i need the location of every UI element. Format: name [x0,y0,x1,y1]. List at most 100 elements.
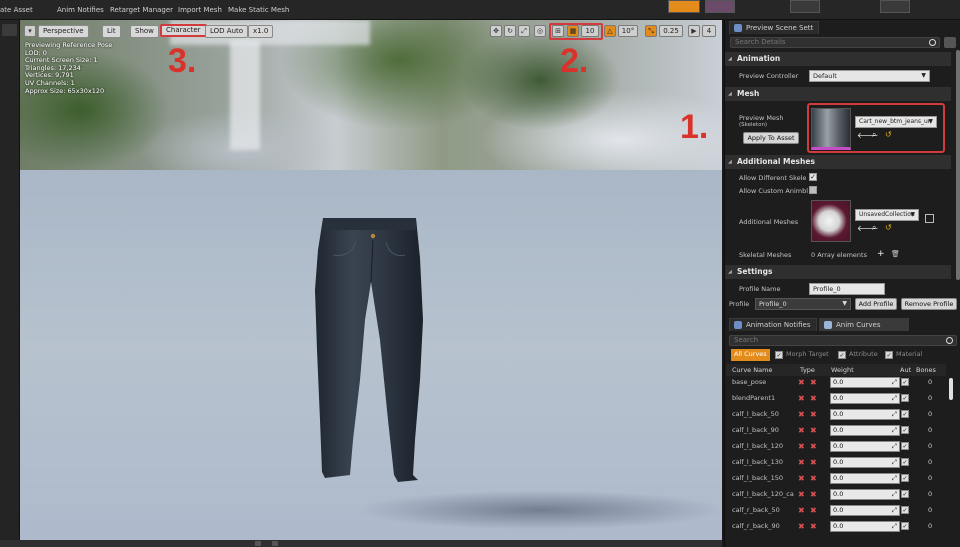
animation-mode-button[interactable] [790,0,820,13]
grid-snap-value[interactable]: 10 [581,25,599,37]
auto-checkbox[interactable]: ✓ [901,378,909,386]
tab-preview-scene-settings[interactable]: Preview Scene Sett [729,21,819,34]
world-icon[interactable]: ◎ [534,25,546,37]
attribute-filter[interactable]: ✓ Attribute [838,349,878,361]
auto-checkbox[interactable]: ✓ [901,426,909,434]
surface-snap-icon[interactable]: ⊞ [552,25,564,37]
character-button[interactable]: Character [160,24,207,37]
table-row[interactable]: calf_r_back_50 ✖ ✖ 0.0 ⤢ ✓ 0 [726,503,946,519]
table-row[interactable]: calf_l_back_130 ✖ ✖ 0.0 ⤢ ✓ 0 [726,455,946,471]
curves-scrollbar[interactable] [949,378,953,400]
physics-mode-button[interactable] [880,0,910,13]
save-collection-icon[interactable] [925,214,934,223]
table-row[interactable]: blendParent1 ✖ ✖ 0.0 ⤢ ✓ 0 [726,391,946,407]
apply-to-asset-button[interactable]: Apply To Asset [743,132,799,144]
weight-input[interactable]: 0.0 ⤢ [830,505,900,516]
table-row[interactable]: calf_l_back_150 ✖ ✖ 0.0 ⤢ ✓ 0 [726,471,946,487]
section-animation[interactable]: Animation [725,52,951,66]
search-icon[interactable] [2,24,17,36]
auto-checkbox[interactable]: ✓ [901,506,909,514]
lod-auto-button[interactable]: LOD Auto [205,25,249,38]
auto-checkbox[interactable]: ✓ [901,474,909,482]
curves-search-input[interactable]: Search [729,335,957,346]
morph-type-icon[interactable]: ✖ [798,458,805,467]
table-row[interactable]: calf_l_back_120_ca ✖ ✖ 0.0 ⤢ ✓ 0 [726,487,946,503]
weight-input[interactable]: 0.0 ⤢ [830,393,900,404]
material-type-icon[interactable]: ✖ [810,506,817,515]
morph-type-icon[interactable]: ✖ [798,378,805,387]
morph-type-icon[interactable]: ✖ [798,474,805,483]
anim-notifies-button[interactable]: Anim Notifies [57,6,104,14]
material-filter[interactable]: ✓ Material [885,349,922,361]
morph-target-filter[interactable]: ✓ Morph Target [775,349,829,361]
material-type-icon[interactable]: ✖ [810,474,817,483]
trash-icon[interactable]: 🗑 [891,250,900,258]
viewport-menu-icon[interactable]: ▾ [24,25,36,37]
skeleton-mode-button[interactable] [668,0,700,13]
scale-snap-icon[interactable]: ⤡ [645,25,657,37]
weight-input[interactable]: 0.0 ⤢ [830,473,900,484]
weight-input[interactable]: 0.0 ⤢ [830,489,900,500]
auto-checkbox[interactable]: ✓ [901,442,909,450]
material-type-icon[interactable]: ✖ [810,442,817,451]
table-row[interactable]: base_pose ✖ ✖ 0.0 ⤢ ✓ 0 [726,375,946,391]
scale-snap-value[interactable]: 0.25 [659,25,683,37]
material-type-icon[interactable]: ✖ [810,490,817,499]
material-type-icon[interactable]: ✖ [810,410,817,419]
tab-animation-notifies[interactable]: Animation Notifies [729,318,817,331]
material-type-icon[interactable]: ✖ [810,426,817,435]
browse-icon[interactable]: ⌕ [872,223,876,233]
material-type-icon[interactable]: ✖ [810,458,817,467]
auto-checkbox[interactable]: ✓ [901,458,909,466]
perspective-button[interactable]: Perspective [38,25,89,38]
preview-controller-dropdown[interactable]: Default ▼ [809,70,930,82]
material-type-icon[interactable]: ✖ [810,522,817,531]
profile-dropdown[interactable]: Profile_0 ▼ [755,298,851,310]
details-search-input[interactable]: Search Details [730,37,940,48]
camera-speed-value[interactable]: 4 [702,25,716,37]
table-row[interactable]: calf_r_back_90 ✖ ✖ 0.0 ⤢ ✓ 0 [726,519,946,535]
show-button[interactable]: Show [130,25,159,38]
remove-profile-button[interactable]: Remove Profile [901,298,957,310]
import-mesh-button[interactable]: Import Mesh [178,6,222,14]
allow-different-skeletons-checkbox[interactable]: ✓ [809,173,817,181]
playback-speed-button[interactable]: x1.0 [248,25,274,38]
rotation-snap-value[interactable]: 10° [618,25,638,37]
weight-input[interactable]: 0.0 ⤢ [830,521,900,532]
material-type-icon[interactable]: ✖ [810,394,817,403]
section-settings[interactable]: Settings [725,265,951,279]
weight-input[interactable]: 0.0 ⤢ [830,441,900,452]
add-profile-button[interactable]: Add Profile [855,298,897,310]
auto-checkbox[interactable]: ✓ [901,490,909,498]
auto-checkbox[interactable]: ✓ [901,410,909,418]
profile-name-input[interactable]: Profile_0 [809,283,885,295]
camera-speed-icon[interactable]: ▶ [688,25,700,37]
weight-input[interactable]: 0.0 ⤢ [830,409,900,420]
table-row[interactable]: calf_l_back_50 ✖ ✖ 0.0 ⤢ ✓ 0 [726,407,946,423]
rotate-icon[interactable]: ↻ [504,25,516,37]
tab-anim-curves[interactable]: Anim Curves [819,318,909,331]
rotation-snap-icon[interactable]: △ [604,25,616,37]
view-options-icon[interactable] [944,37,956,48]
preview-viewport[interactable]: ▾ Perspective Lit Show Character LOD Aut… [20,20,722,540]
weight-input[interactable]: 0.0 ⤢ [830,425,900,436]
splitter-handle[interactable] [272,541,278,546]
all-curves-filter[interactable]: All Curves [731,349,770,361]
splitter-handle[interactable] [255,541,261,546]
morph-type-icon[interactable]: ✖ [798,394,805,403]
morph-type-icon[interactable]: ✖ [798,442,805,451]
details-scrollbar[interactable] [956,50,960,280]
table-row[interactable]: calf_l_back_120 ✖ ✖ 0.0 ⤢ ✓ 0 [726,439,946,455]
morph-type-icon[interactable]: ✖ [798,522,805,531]
additional-meshes-dropdown[interactable]: UnsavedCollection ▼ [855,209,919,221]
section-mesh[interactable]: Mesh [725,87,951,101]
morph-type-icon[interactable]: ✖ [798,506,805,515]
mesh-mode-button[interactable] [705,0,735,13]
make-static-mesh-button[interactable]: Make Static Mesh [228,6,289,14]
scale-icon[interactable]: ⤢ [518,25,530,37]
auto-checkbox[interactable]: ✓ [901,394,909,402]
auto-checkbox[interactable]: ✓ [901,522,909,530]
translate-icon[interactable]: ✥ [490,25,502,37]
material-type-icon[interactable]: ✖ [810,378,817,387]
weight-input[interactable]: 0.0 ⤢ [830,377,900,388]
